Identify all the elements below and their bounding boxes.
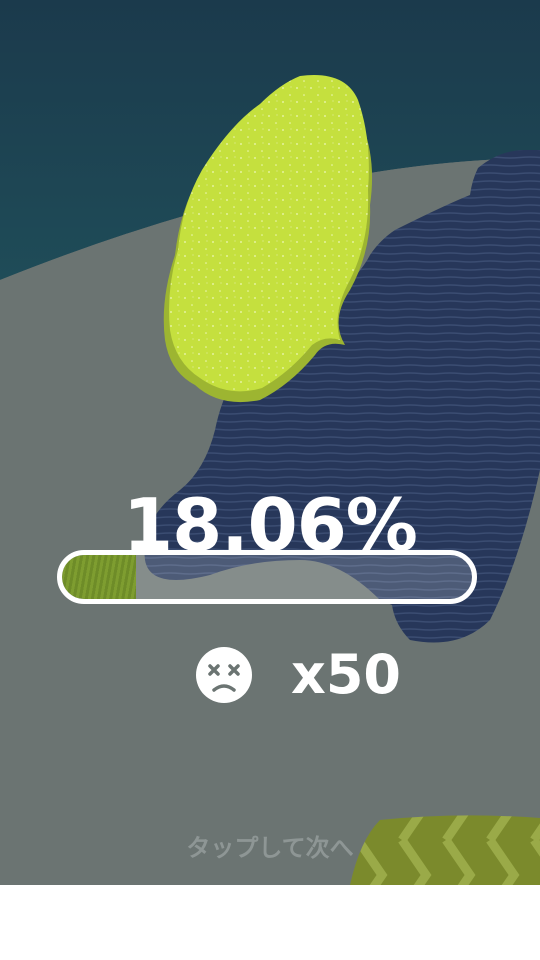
death-count: x50 — [291, 643, 401, 706]
death-counter: x50 — [195, 640, 401, 710]
progress-bar — [57, 550, 477, 604]
game-scene[interactable]: 18.06% x50 タップして次へ — [0, 0, 540, 885]
progress-bar-fill — [62, 555, 137, 599]
scene-background — [0, 0, 540, 885]
dead-face-icon — [196, 647, 252, 703]
tap-to-continue[interactable]: タップして次へ — [0, 828, 540, 863]
